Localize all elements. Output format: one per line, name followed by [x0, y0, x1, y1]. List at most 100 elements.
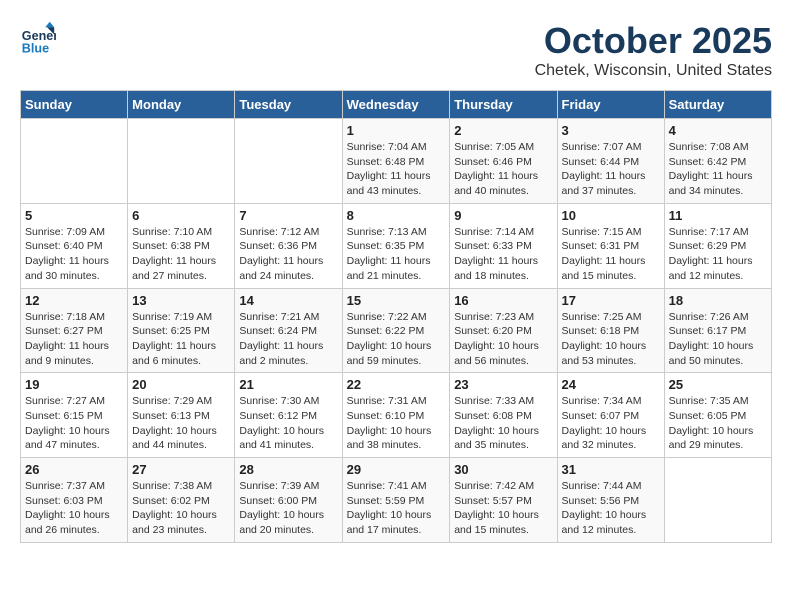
calendar-cell: 16 Sunrise: 7:23 AM Sunset: 6:20 PM Dayli… [450, 288, 557, 373]
day-info: Sunrise: 7:17 AM Sunset: 6:29 PM Dayligh… [669, 225, 767, 284]
title-area: October 2025 Chetek, Wisconsin, United S… [535, 20, 772, 80]
day-info: Sunrise: 7:30 AM Sunset: 6:12 PM Dayligh… [239, 394, 337, 453]
calendar-cell: 27 Sunrise: 7:38 AM Sunset: 6:02 PM Dayli… [128, 458, 235, 543]
page-header: General Blue October 2025 Chetek, Wiscon… [20, 20, 772, 80]
day-info: Sunrise: 7:22 AM Sunset: 6:22 PM Dayligh… [347, 310, 446, 369]
day-number: 1 [347, 123, 446, 138]
day-number: 28 [239, 462, 337, 477]
calendar-table: SundayMondayTuesdayWednesdayThursdayFrid… [20, 90, 772, 543]
day-info: Sunrise: 7:34 AM Sunset: 6:07 PM Dayligh… [562, 394, 660, 453]
day-info: Sunrise: 7:39 AM Sunset: 6:00 PM Dayligh… [239, 479, 337, 538]
day-info: Sunrise: 7:23 AM Sunset: 6:20 PM Dayligh… [454, 310, 552, 369]
calendar-cell: 5 Sunrise: 7:09 AM Sunset: 6:40 PM Daylig… [21, 203, 128, 288]
day-number: 7 [239, 208, 337, 223]
day-info: Sunrise: 7:14 AM Sunset: 6:33 PM Dayligh… [454, 225, 552, 284]
svg-text:Blue: Blue [22, 41, 49, 55]
logo: General Blue [20, 20, 60, 56]
day-info: Sunrise: 7:41 AM Sunset: 5:59 PM Dayligh… [347, 479, 446, 538]
day-number: 3 [562, 123, 660, 138]
week-row-5: 26 Sunrise: 7:37 AM Sunset: 6:03 PM Dayli… [21, 458, 772, 543]
calendar-cell: 29 Sunrise: 7:41 AM Sunset: 5:59 PM Dayli… [342, 458, 450, 543]
day-info: Sunrise: 7:26 AM Sunset: 6:17 PM Dayligh… [669, 310, 767, 369]
calendar-cell: 14Sunrise: 7:21 AM Sunset: 6:24 PM Dayli… [235, 288, 342, 373]
day-number: 21 [239, 377, 337, 392]
day-info: Sunrise: 7:33 AM Sunset: 6:08 PM Dayligh… [454, 394, 552, 453]
calendar-cell: 26 Sunrise: 7:37 AM Sunset: 6:03 PM Dayli… [21, 458, 128, 543]
calendar-cell: 24 Sunrise: 7:34 AM Sunset: 6:07 PM Dayli… [557, 373, 664, 458]
day-header-tuesday: Tuesday [235, 91, 342, 119]
day-number: 12 [25, 293, 123, 308]
day-header-thursday: Thursday [450, 91, 557, 119]
day-info: Sunrise: 7:27 AM Sunset: 6:15 PM Dayligh… [25, 394, 123, 453]
day-number: 6 [132, 208, 230, 223]
calendar-body: 1 Sunrise: 7:04 AM Sunset: 6:48 PM Daylig… [21, 119, 772, 543]
calendar-cell: 13 Sunrise: 7:19 AM Sunset: 6:25 PM Dayli… [128, 288, 235, 373]
day-number: 5 [25, 208, 123, 223]
day-info: Sunrise: 7:44 AM Sunset: 5:56 PM Dayligh… [562, 479, 660, 538]
week-row-1: 1 Sunrise: 7:04 AM Sunset: 6:48 PM Daylig… [21, 119, 772, 204]
day-number: 17 [562, 293, 660, 308]
calendar-cell: 18 Sunrise: 7:26 AM Sunset: 6:17 PM Dayli… [664, 288, 771, 373]
day-number: 27 [132, 462, 230, 477]
calendar-cell: 30 Sunrise: 7:42 AM Sunset: 5:57 PM Dayli… [450, 458, 557, 543]
day-header-wednesday: Wednesday [342, 91, 450, 119]
calendar-cell: 4 Sunrise: 7:08 AM Sunset: 6:42 PM Daylig… [664, 119, 771, 204]
day-info: Sunrise: 7:38 AM Sunset: 6:02 PM Dayligh… [132, 479, 230, 538]
day-header-monday: Monday [128, 91, 235, 119]
day-number: 23 [454, 377, 552, 392]
day-info: Sunrise: 7:42 AM Sunset: 5:57 PM Dayligh… [454, 479, 552, 538]
day-info: Sunrise: 7:09 AM Sunset: 6:40 PM Dayligh… [25, 225, 123, 284]
day-number: 13 [132, 293, 230, 308]
calendar-cell: 7 Sunrise: 7:12 AM Sunset: 6:36 PM Daylig… [235, 203, 342, 288]
day-info: Sunrise: 7:29 AM Sunset: 6:13 PM Dayligh… [132, 394, 230, 453]
calendar-cell [235, 119, 342, 204]
day-number: 18 [669, 293, 767, 308]
day-number: 8 [347, 208, 446, 223]
day-number: 24 [562, 377, 660, 392]
calendar-cell: 3 Sunrise: 7:07 AM Sunset: 6:44 PM Daylig… [557, 119, 664, 204]
calendar-cell: 8 Sunrise: 7:13 AM Sunset: 6:35 PM Daylig… [342, 203, 450, 288]
day-info: Sunrise: 7:07 AM Sunset: 6:44 PM Dayligh… [562, 140, 660, 199]
day-info: Sunrise: 7:37 AM Sunset: 6:03 PM Dayligh… [25, 479, 123, 538]
day-number: 4 [669, 123, 767, 138]
calendar-cell: 11 Sunrise: 7:17 AM Sunset: 6:29 PM Dayli… [664, 203, 771, 288]
calendar-cell: 22Sunrise: 7:31 AM Sunset: 6:10 PM Dayli… [342, 373, 450, 458]
day-info: Sunrise: 7:10 AM Sunset: 6:38 PM Dayligh… [132, 225, 230, 284]
day-info: Sunrise: 7:31 AM Sunset: 6:10 PM Dayligh… [347, 394, 446, 453]
day-number: 10 [562, 208, 660, 223]
week-row-2: 5 Sunrise: 7:09 AM Sunset: 6:40 PM Daylig… [21, 203, 772, 288]
day-info: Sunrise: 7:04 AM Sunset: 6:48 PM Dayligh… [347, 140, 446, 199]
day-number: 16 [454, 293, 552, 308]
calendar-cell: 1 Sunrise: 7:04 AM Sunset: 6:48 PM Daylig… [342, 119, 450, 204]
calendar-cell: 17Sunrise: 7:25 AM Sunset: 6:18 PM Dayli… [557, 288, 664, 373]
day-info: Sunrise: 7:12 AM Sunset: 6:36 PM Dayligh… [239, 225, 337, 284]
week-row-4: 19Sunrise: 7:27 AM Sunset: 6:15 PM Dayli… [21, 373, 772, 458]
day-number: 31 [562, 462, 660, 477]
calendar-header-row: SundayMondayTuesdayWednesdayThursdayFrid… [21, 91, 772, 119]
calendar-cell [128, 119, 235, 204]
week-row-3: 12 Sunrise: 7:18 AM Sunset: 6:27 PM Dayli… [21, 288, 772, 373]
day-info: Sunrise: 7:19 AM Sunset: 6:25 PM Dayligh… [132, 310, 230, 369]
day-number: 11 [669, 208, 767, 223]
calendar-cell [21, 119, 128, 204]
calendar-cell: 23 Sunrise: 7:33 AM Sunset: 6:08 PM Dayli… [450, 373, 557, 458]
day-info: Sunrise: 7:08 AM Sunset: 6:42 PM Dayligh… [669, 140, 767, 199]
day-number: 15 [347, 293, 446, 308]
calendar-cell: 15 Sunrise: 7:22 AM Sunset: 6:22 PM Dayli… [342, 288, 450, 373]
month-title: October 2025 [535, 20, 772, 62]
calendar-cell: 12 Sunrise: 7:18 AM Sunset: 6:27 PM Dayli… [21, 288, 128, 373]
day-number: 30 [454, 462, 552, 477]
calendar-cell: 25Sunrise: 7:35 AM Sunset: 6:05 PM Dayli… [664, 373, 771, 458]
day-info: Sunrise: 7:13 AM Sunset: 6:35 PM Dayligh… [347, 225, 446, 284]
day-header-sunday: Sunday [21, 91, 128, 119]
day-number: 26 [25, 462, 123, 477]
logo-icon: General Blue [20, 20, 56, 56]
day-info: Sunrise: 7:35 AM Sunset: 6:05 PM Dayligh… [669, 394, 767, 453]
calendar-cell: 10Sunrise: 7:15 AM Sunset: 6:31 PM Dayli… [557, 203, 664, 288]
day-number: 29 [347, 462, 446, 477]
location: Chetek, Wisconsin, United States [535, 62, 772, 80]
day-header-friday: Friday [557, 91, 664, 119]
day-header-saturday: Saturday [664, 91, 771, 119]
day-info: Sunrise: 7:18 AM Sunset: 6:27 PM Dayligh… [25, 310, 123, 369]
day-info: Sunrise: 7:05 AM Sunset: 6:46 PM Dayligh… [454, 140, 552, 199]
